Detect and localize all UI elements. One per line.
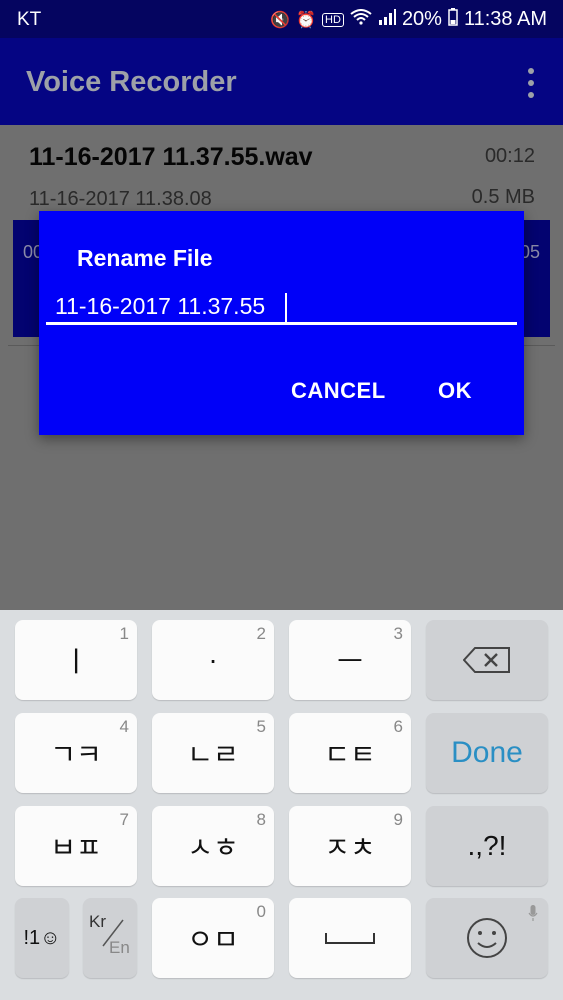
overflow-menu-icon[interactable] bbox=[527, 68, 535, 98]
clock: 11:38 AM bbox=[463, 8, 547, 30]
alarm-icon: ⏰ bbox=[296, 11, 317, 29]
recording-size: 0.5 MB bbox=[471, 186, 535, 208]
keyboard: 1 ㅣ 2 · 3 ㅡ 4 ㄱㅋ 5 ㄴㄹ 6 ㄷㅌ Done 7 ㅂㅍ 8 ㅅ… bbox=[0, 610, 563, 1000]
app-title: Voice Recorder bbox=[26, 66, 237, 98]
key-label: ㄴㄹ bbox=[187, 739, 239, 770]
rename-dialog: Rename File CANCEL OK bbox=[39, 211, 524, 435]
done-key[interactable]: Done bbox=[426, 713, 548, 793]
backspace-icon bbox=[426, 620, 548, 700]
filename-input[interactable] bbox=[46, 291, 517, 325]
punctuation-key[interactable]: .,?! bbox=[426, 806, 548, 886]
hd-icon: HD bbox=[322, 12, 344, 27]
key-8[interactable]: 8 ㅅㅎ bbox=[152, 806, 274, 886]
ok-button[interactable]: OK bbox=[438, 378, 472, 404]
key-label: · bbox=[208, 644, 218, 675]
cancel-button[interactable]: CANCEL bbox=[291, 378, 386, 404]
app-bar: Voice Recorder bbox=[0, 38, 563, 125]
space-icon bbox=[289, 898, 411, 978]
key-5[interactable]: 5 ㄴㄹ bbox=[152, 713, 274, 793]
language-key[interactable]: Kr En bbox=[83, 898, 137, 978]
key-7[interactable]: 7 ㅂㅍ bbox=[15, 806, 137, 886]
recording-name: 11-16-2017 11.37.55.wav bbox=[29, 143, 313, 171]
recording-duration: 00:12 bbox=[484, 145, 535, 167]
emoji-key[interactable] bbox=[426, 898, 548, 978]
backspace-key[interactable] bbox=[426, 620, 548, 700]
microphone-icon bbox=[528, 904, 538, 927]
symbols-label: !1☺ bbox=[23, 926, 61, 949]
punctuation-label: .,?! bbox=[467, 830, 507, 861]
space-key[interactable] bbox=[289, 898, 411, 978]
key-6[interactable]: 6 ㄷㅌ bbox=[289, 713, 411, 793]
key-1[interactable]: 1 ㅣ bbox=[15, 620, 137, 700]
key-4[interactable]: 4 ㄱㅋ bbox=[15, 713, 137, 793]
key-label: ㅅㅎ bbox=[187, 832, 239, 863]
carrier-label: KT bbox=[17, 9, 42, 30]
key-0[interactable]: 0 ㅇㅁ bbox=[152, 898, 274, 978]
key-label: ㅣ bbox=[63, 646, 89, 677]
signal-icon bbox=[378, 9, 396, 30]
dialog-title: Rename File bbox=[77, 245, 213, 271]
key-label: ㄱㅋ bbox=[50, 739, 102, 770]
done-label: Done bbox=[451, 736, 523, 769]
battery-percent: 20% bbox=[401, 8, 442, 30]
status-icons: 🔇 ⏰ HD 20% 11:38 AM bbox=[270, 8, 547, 31]
key-label: ㅇㅁ bbox=[187, 924, 239, 955]
key-label: ㅡ bbox=[337, 646, 363, 677]
key-label: ㅈㅊ bbox=[324, 832, 376, 863]
recording-date: 11-16-2017 11.38.08 bbox=[29, 188, 212, 210]
lang-divider-icon bbox=[102, 919, 124, 947]
mute-icon: 🔇 bbox=[270, 11, 291, 29]
key-2[interactable]: 2 · bbox=[152, 620, 274, 700]
symbols-key[interactable]: !1☺ bbox=[15, 898, 69, 978]
recording-item[interactable]: 11-16-2017 11.37.55.wav 00:12 11-16-2017… bbox=[0, 125, 563, 220]
wifi-icon bbox=[350, 9, 372, 30]
status-bar: KT 🔇 ⏰ HD 20% 11:38 AM bbox=[0, 0, 563, 38]
text-cursor bbox=[285, 293, 287, 323]
key-9[interactable]: 9 ㅈㅊ bbox=[289, 806, 411, 886]
key-label: ㅂㅍ bbox=[50, 832, 102, 863]
battery-icon bbox=[448, 8, 458, 31]
key-label: ㄷㅌ bbox=[324, 739, 376, 770]
key-3[interactable]: 3 ㅡ bbox=[289, 620, 411, 700]
